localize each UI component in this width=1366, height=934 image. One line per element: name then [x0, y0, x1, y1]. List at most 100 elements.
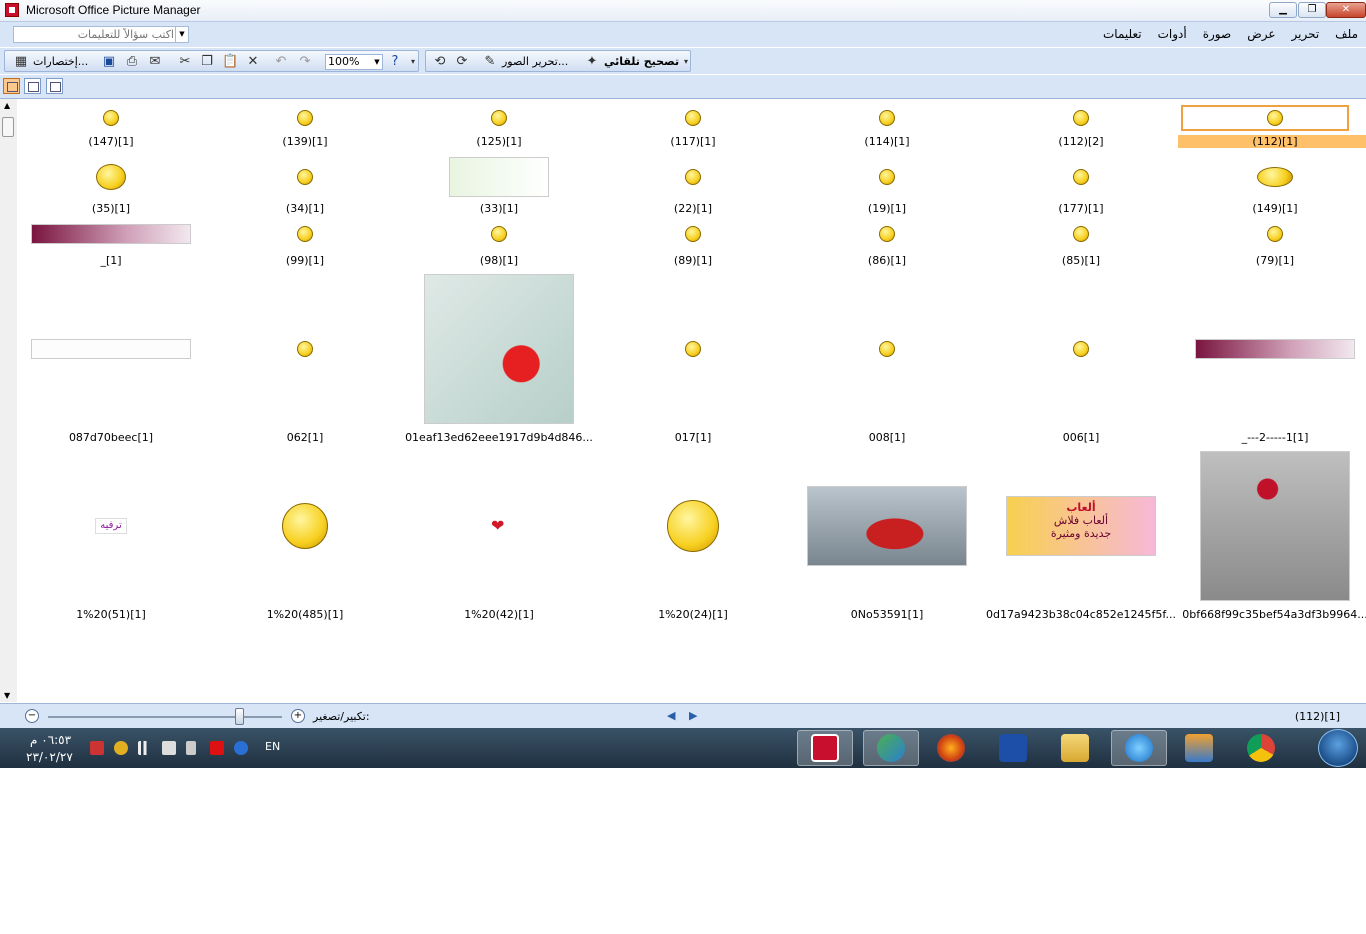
toolbar-options-icon[interactable]: ▾: [405, 54, 421, 70]
redo-icon[interactable]: ↷: [297, 54, 313, 70]
rotate-right-icon[interactable]: ⟳: [454, 54, 470, 70]
taskbar-chrome[interactable]: [1233, 730, 1289, 766]
thumbnail-item[interactable]: (149)[1]: [1178, 156, 1366, 218]
thumbnail-item[interactable]: (112)[1]: [1178, 99, 1366, 151]
thumbnail-item[interactable]: 0No53591[1]: [790, 451, 984, 624]
thumbnail-item[interactable]: ألعاب ألعاب فلاش جديدة ومثيرة 0d17a9423b38c…: [984, 451, 1178, 624]
next-icon[interactable]: ▶: [689, 709, 697, 722]
zoom-slider-thumb[interactable]: [235, 708, 244, 725]
thumbnail-item[interactable]: (35)[1]: [17, 156, 208, 218]
language-indicator[interactable]: EN: [265, 740, 280, 753]
menu-file[interactable]: ملف: [1335, 27, 1358, 41]
thumbnail-item[interactable]: (125)[1]: [402, 99, 596, 151]
thumbnail-view-button[interactable]: [3, 78, 20, 94]
clock-date[interactable]: ٢٣/٠٢/٢٧: [26, 750, 73, 764]
previous-icon[interactable]: ◀: [667, 709, 675, 722]
email-icon[interactable]: ✉: [147, 54, 163, 70]
thumbnail-item[interactable]: (99)[1]: [208, 220, 402, 270]
auto-correct-button[interactable]: تصحيح تلقائي: [604, 55, 679, 68]
thumbnail-item[interactable]: 01eaf13ed62eee1917d9b4d846...: [402, 274, 596, 447]
zoom-out-icon[interactable]: −: [25, 709, 39, 723]
help-icon[interactable]: ?: [387, 54, 403, 70]
help-search-box[interactable]: ▼: [13, 26, 189, 43]
rotate-left-icon[interactable]: ⟲: [432, 54, 448, 70]
thumbnail-item[interactable]: (98)[1]: [402, 220, 596, 270]
auto-correct-icon[interactable]: ✦: [584, 54, 600, 70]
browser-tray-icon[interactable]: [234, 741, 248, 755]
menu-help[interactable]: تعليمات: [1103, 27, 1142, 41]
paste-icon[interactable]: 📋: [222, 54, 238, 70]
shortcuts-icon[interactable]: ▦: [13, 54, 29, 70]
thumbnail-item[interactable]: (112)[2]: [984, 99, 1178, 151]
copy-icon[interactable]: ❐: [199, 54, 215, 70]
clock-time[interactable]: ٠٦:٥٣ م: [30, 733, 71, 747]
scroll-thumb[interactable]: [2, 117, 14, 137]
thumbnail-item[interactable]: (19)[1]: [790, 156, 984, 218]
thumbnail-item[interactable]: (79)[1]: [1178, 220, 1366, 270]
thumbnail-item[interactable]: (117)[1]: [596, 99, 790, 151]
restore-button[interactable]: ❐: [1298, 2, 1326, 18]
save-icon[interactable]: ▣: [101, 54, 117, 70]
thumbnail-item[interactable]: 087d70beec[1]: [17, 274, 208, 447]
taskbar-messenger[interactable]: [863, 730, 919, 766]
delete-icon[interactable]: ✕: [245, 54, 261, 70]
taskbar-app-sld[interactable]: [985, 730, 1041, 766]
undo-icon[interactable]: ↶: [273, 54, 289, 70]
thumbnail-item[interactable]: (86)[1]: [790, 220, 984, 270]
thumbnail-item[interactable]: (147)[1]: [17, 99, 208, 151]
thumbnail-item[interactable]: 1%20(485)[1]: [208, 451, 402, 624]
thumbnail-item[interactable]: 017[1]: [596, 274, 790, 447]
vertical-scrollbar[interactable]: ▲ ▼: [0, 99, 18, 702]
chevron-down-icon[interactable]: ▼: [372, 55, 382, 69]
close-button[interactable]: ✕: [1326, 2, 1366, 18]
start-button[interactable]: [1318, 729, 1358, 767]
zoom-in-icon[interactable]: +: [291, 709, 305, 723]
scroll-up-icon[interactable]: ▲: [4, 101, 10, 110]
thumbnail-item[interactable]: (89)[1]: [596, 220, 790, 270]
menu-picture[interactable]: صورة: [1203, 27, 1231, 41]
taskbar-internet-explorer[interactable]: [1111, 730, 1167, 766]
print-icon[interactable]: ⎙: [124, 54, 140, 70]
volume-icon[interactable]: [162, 741, 176, 755]
battery-icon[interactable]: [186, 741, 196, 755]
cut-icon[interactable]: ✂: [177, 54, 193, 70]
thumbnail-item[interactable]: ترفيه 1%20(51)[1]: [17, 451, 208, 624]
menu-edit[interactable]: تحرير: [1292, 27, 1320, 41]
thumbnail-item[interactable]: 062[1]: [208, 274, 402, 447]
edit-pictures-icon[interactable]: ✎: [482, 54, 498, 70]
thumbnail-item[interactable]: (139)[1]: [208, 99, 402, 151]
menu-tools[interactable]: أدوات: [1158, 27, 1187, 41]
taskbar-media-player[interactable]: [1171, 730, 1227, 766]
chevron-down-icon[interactable]: ▼: [175, 27, 188, 42]
help-search-input[interactable]: [16, 28, 174, 41]
signal-icon[interactable]: [138, 741, 152, 755]
thumbnail-item[interactable]: (22)[1]: [596, 156, 790, 218]
thumbnail-item[interactable]: (33)[1]: [402, 156, 596, 218]
thumbnail-item[interactable]: _[1]: [17, 220, 208, 270]
toolbar-options-icon[interactable]: ▾: [678, 54, 694, 70]
filmstrip-view-button[interactable]: [24, 78, 41, 94]
network-error-icon[interactable]: [90, 741, 104, 755]
thumbnail-item[interactable]: ❤ 1%20(42)[1]: [402, 451, 596, 624]
menu-view[interactable]: عرض: [1247, 27, 1275, 41]
zoom-slider-track[interactable]: [48, 716, 282, 718]
taskbar-explorer[interactable]: [1047, 730, 1103, 766]
thumbnail-item[interactable]: (34)[1]: [208, 156, 402, 218]
thumbnail-item[interactable]: (85)[1]: [984, 220, 1178, 270]
thumbnail-item[interactable]: (177)[1]: [984, 156, 1178, 218]
thumbnail-item[interactable]: 008[1]: [790, 274, 984, 447]
thumbnail-item[interactable]: 1%20(24)[1]: [596, 451, 790, 624]
scroll-down-icon[interactable]: ▼: [4, 691, 10, 700]
thumbnail-item[interactable]: (114)[1]: [790, 99, 984, 151]
zoom-select[interactable]: 100% ▼: [325, 54, 383, 70]
minimize-button[interactable]: ▁: [1269, 2, 1297, 18]
app-tray-icon[interactable]: [114, 741, 128, 755]
shortcuts-label[interactable]: إختصارات...: [33, 55, 88, 68]
edit-pictures-button[interactable]: تحرير الصور...: [502, 55, 568, 68]
thumbnail-item[interactable]: 0bf668f99c35bef54a3df3b9964...: [1178, 451, 1366, 624]
taskbar-picture-manager[interactable]: [797, 730, 853, 766]
adobe-tray-icon[interactable]: [210, 741, 224, 755]
single-picture-view-button[interactable]: [46, 78, 63, 94]
thumbnail-item[interactable]: 006[1]: [984, 274, 1178, 447]
taskbar-firefox[interactable]: [923, 730, 979, 766]
